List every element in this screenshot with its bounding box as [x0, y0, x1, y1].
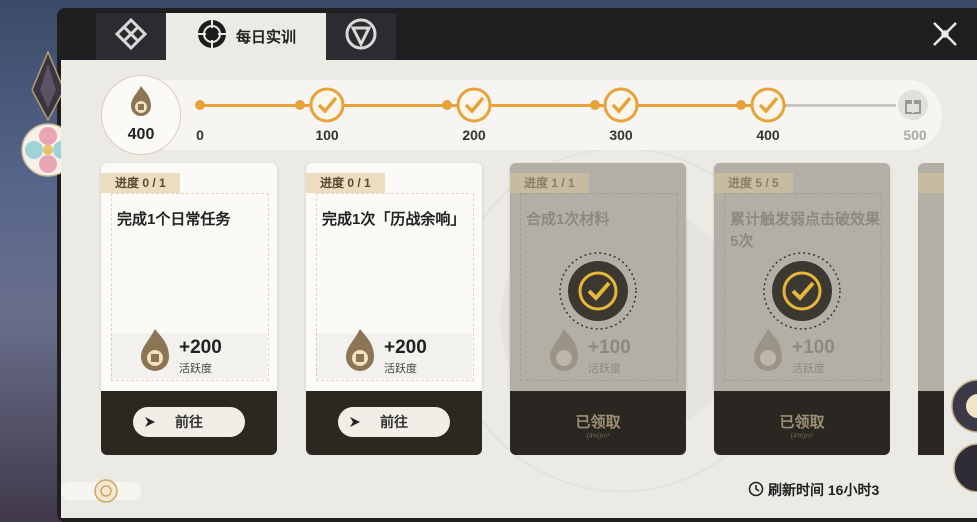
bottom-toggle-pill[interactable] — [61, 479, 141, 503]
activity-points-value: 400 — [127, 126, 155, 143]
progress-remaining — [786, 104, 896, 107]
task-title: 完成1个日常任务 — [117, 211, 231, 228]
claimed-label: 已领取 — [779, 414, 825, 431]
milestone-dot — [295, 100, 305, 110]
go-button-label: 前往 — [380, 414, 408, 430]
milestone-label: 100 — [315, 127, 339, 143]
reward-label: 活跃度 — [179, 363, 212, 375]
badge-emblem-icon — [93, 478, 119, 509]
task-title: 累计触发弱点击破效果5次 — [730, 211, 881, 250]
reward-amount: +100 — [588, 337, 631, 358]
task-card: 进度 0 / 1 完成1次「历战余响」 +200 活跃度 前往 — [306, 163, 482, 455]
task-card-claimed: 进度 5 / 5 累计触发弱点击破效果5次 +100 活跃度 已领取 (4%)m… — [714, 163, 890, 455]
completed-check-icon — [558, 251, 638, 331]
diamond-knot-icon — [114, 17, 148, 56]
tab-label: 每日实训 — [235, 29, 296, 46]
reward-amount: +200 — [384, 337, 427, 358]
task-progress-tag: 进度 0 / 1 — [306, 173, 385, 193]
shield-triangle-icon — [344, 17, 378, 56]
task-card-claimed: 进度 1 / 1 合成1次材料 +100 活跃度 已领取 (4%)m³ — [510, 163, 686, 455]
activity-progress-track — [104, 80, 942, 150]
milestone-label: 200 — [462, 127, 486, 143]
tab-achievements[interactable] — [326, 13, 396, 60]
milestone-400-check-icon[interactable] — [750, 87, 786, 123]
milestone-label: 300 — [609, 127, 633, 143]
milestone-300-check-icon[interactable] — [603, 87, 639, 123]
reward-amount: +200 — [179, 337, 222, 358]
go-button[interactable]: 前往 — [133, 407, 245, 437]
card-action-area: 前往 — [306, 391, 482, 455]
task-card: 进度 0 / 1 完成1个日常任务 +200 活跃度 前往 — [101, 163, 277, 455]
task-progress-tag: 进度 0 / 1 — [101, 173, 180, 193]
task-card-body: 进度 0 / 1 完成1次「历战余响」 +200 活跃度 — [306, 163, 482, 391]
milestone-label: 0 — [196, 127, 204, 143]
task-card-body: 进度 1 / 1 合成1次材料 +100 活跃度 — [510, 163, 686, 391]
card-action-area: 已领取 (4%)m³ — [510, 391, 686, 455]
tab-daily-training[interactable]: 每日实训 — [166, 13, 326, 60]
task-progress-tag: 进度 5 / 5 — [714, 173, 793, 193]
go-button[interactable]: 前往 — [338, 407, 450, 437]
task-title: 合成1次材料 — [526, 211, 610, 228]
reward-amount: +100 — [792, 337, 835, 358]
milestone-500-gift-icon[interactable] — [897, 89, 929, 121]
task-card-partial — [918, 163, 944, 455]
crosshair-emblem-icon — [196, 18, 228, 55]
refresh-text: 刷新时间 16小时3 — [768, 482, 880, 498]
completed-check-icon — [762, 251, 842, 331]
go-button-label: 前往 — [175, 414, 203, 430]
flower-ornament — [942, 372, 977, 493]
progress-fill — [200, 104, 786, 107]
reward-label: 活跃度 — [384, 363, 417, 375]
milestone-dot — [442, 100, 452, 110]
task-card-body: 进度 5 / 5 累计触发弱点击破效果5次 +100 活跃度 — [714, 163, 890, 391]
card-action-area: 前往 — [101, 391, 277, 455]
claimed-sublabel: (4%)m³ — [790, 433, 814, 440]
card-action-area: 已领取 (4%)m³ — [714, 391, 890, 455]
flame-coin-icon — [748, 327, 788, 375]
claimed-sublabel: (4%)m³ — [586, 433, 610, 440]
milestone-label: 400 — [756, 127, 780, 143]
reward-label: 活跃度 — [588, 363, 621, 375]
reward-label: 活跃度 — [792, 363, 825, 375]
close-icon — [930, 19, 960, 54]
clock-icon — [748, 481, 764, 500]
tab-collection[interactable] — [96, 13, 166, 60]
milestone-0-dot — [195, 100, 205, 110]
milestone-dot — [736, 100, 746, 110]
flame-coin-icon — [544, 327, 584, 375]
claimed-label: 已领取 — [575, 414, 621, 431]
task-title: 完成1次「历战余响」 — [322, 211, 466, 228]
flame-coin-icon — [135, 327, 175, 375]
task-card-body: 进度 0 / 1 完成1个日常任务 +200 活跃度 — [101, 163, 277, 391]
milestone-100-check-icon[interactable] — [309, 87, 345, 123]
flame-coin-icon — [127, 84, 155, 125]
flame-coin-icon — [340, 327, 380, 375]
milestone-200-check-icon[interactable] — [456, 87, 492, 123]
task-progress-tag: 进度 1 / 1 — [510, 173, 589, 193]
close-button[interactable] — [925, 18, 965, 54]
refresh-timer: 刷新时间 16小时3 — [748, 480, 879, 500]
milestone-dot — [590, 100, 600, 110]
milestone-label: 500 — [903, 127, 927, 143]
